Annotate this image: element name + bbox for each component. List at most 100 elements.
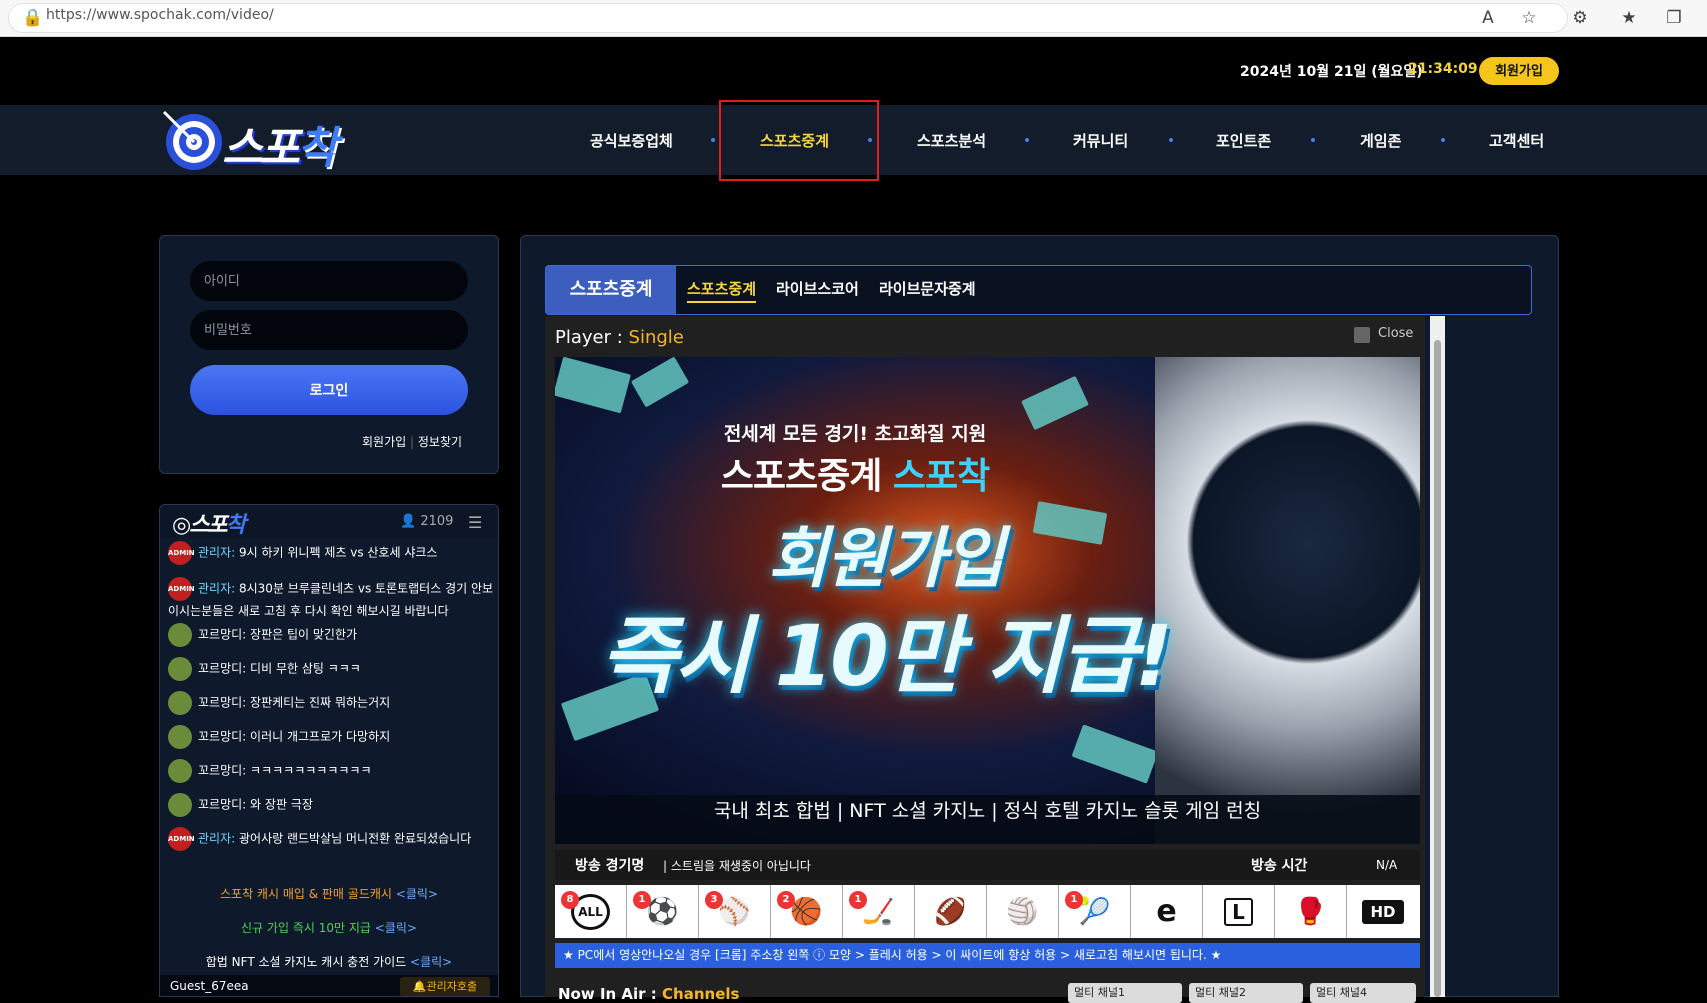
now-on-air-text: Now In Air : [558,985,657,1003]
chat-nick[interactable]: 관리자: [198,832,235,846]
signup-link[interactable]: 회원가입 [362,435,406,449]
user-avatar-icon [168,691,192,715]
live-count-badge: 1 [1065,891,1083,909]
chat-nick[interactable]: 꼬르망디: [198,696,246,710]
multi-channel-1-button[interactable]: 멀티 채널1 [1068,983,1182,1003]
chat-info-nft[interactable]: 합법 NFT 소셜 카지노 캐시 충전 가이드 <클릭> [160,953,498,970]
read-aloud-icon[interactable]: A [1477,7,1499,29]
nav-highlight-box [719,100,879,181]
logo-part-a: 스포 [222,123,300,174]
chat-message: 꼬르망디: 디비 무한 삼팅 ㅋㅋㅋ [168,657,498,681]
user-count: 👤 2109 [400,514,453,529]
guest-name: Guest_67eea [170,979,249,993]
admin-avatar-icon: ADMIN [168,577,195,601]
chat-message: 꼬르망디: 장판케티는 진짜 뭐하는거지 [168,691,498,715]
chat-nick[interactable]: 꼬르망디: [198,764,246,778]
player-mode[interactable]: Single [629,327,684,348]
chat-text: 장판은 팁이 맞긴한가 [250,627,358,642]
scrollbar-thumb[interactable] [1434,340,1441,997]
soccer-icon: ⚽ [646,896,679,927]
chat-info-nft-link[interactable]: <클릭> [410,955,452,969]
sport-filter-esports[interactable]: e [1131,885,1203,938]
broadcast-time-value: N/A [1376,858,1398,872]
chat-panel: ◎스포착 👤 2109 ☰ ADMIN 관리자: 9시 하키 위니펙 제츠 vs … [159,504,499,997]
lol-icon: L [1224,897,1253,926]
multi-channel-4-button[interactable]: 멀티 채널4 [1310,983,1416,1003]
nav-sports-analysis[interactable]: 스포츠분석 [917,130,986,151]
hd-icon: HD [1362,899,1404,924]
close-checkbox-icon[interactable] [1354,327,1370,343]
user-icon: 👤 [400,514,417,529]
nav-point-zone[interactable]: 포인트존 [1216,130,1271,151]
user-avatar-icon [168,759,192,783]
collections-icon[interactable]: ❐ [1663,7,1685,29]
nav-official[interactable]: 공식보증업체 [590,130,673,151]
tab-live-text[interactable]: 라이브문자중계 [879,278,976,299]
chat-text: 광어사랑 랜드박살님 머니전환 완료되셨습니다 [239,831,472,846]
live-count-badge: 2 [777,891,795,909]
chat-info-cash-text: 스포착 캐시 매입 & 판매 골드캐시 [220,887,392,901]
banner-line2b: 스포착 [892,456,990,497]
multi-channel-2-button[interactable]: 멀티 채널2 [1189,983,1303,1003]
promo-banner[interactable]: 전세계 모든 경기! 초고화질 지원 스포츠중계 스포착 회원가입 즉시 10만… [555,357,1420,844]
chat-nick[interactable]: 관리자: [198,582,235,596]
chat-header: ◎스포착 👤 2109 ☰ [160,505,498,538]
signup-button[interactable]: 회원가입 [1479,57,1559,85]
sport-filter-soccer[interactable]: ⚽ 1 [627,885,699,938]
banner-line2a: 스포츠중계 [720,456,883,497]
admin-avatar-icon: ADMIN [168,827,195,851]
site-logo[interactable]: 스포착 [222,112,337,176]
chat-nick[interactable]: 꼬르망디: [198,798,246,812]
sport-filter-ufc[interactable]: 🥊 [1275,885,1347,938]
live-count-badge: 1 [849,891,867,909]
close-label[interactable]: Close [1378,326,1413,341]
broadcast-time-label: 방송 시간 [1251,858,1308,874]
login-links: 회원가입 | 정보찾기 [362,433,462,450]
favorites-icon[interactable]: ★ [1618,7,1640,29]
sport-filter-baseball[interactable]: ⚾ 3 [699,885,771,938]
admin-call-button[interactable]: 🔔관리자호출 [400,977,490,996]
chat-nick[interactable]: 꼬르망디: [198,730,246,744]
extensions-icon[interactable]: ⚙ [1569,7,1591,29]
banner-line2: 스포츠중계 스포착 [555,447,1155,499]
chat-message: 꼬르망디: 장판은 팁이 맞긴한가 [168,623,498,647]
sport-filter-basketball[interactable]: 🏀 2 [771,885,843,938]
username-input[interactable] [190,261,468,301]
chat-info-signup[interactable]: 신규 가입 즉시 10만 지급 <클릭> [160,919,498,936]
volleyball-icon: 🏐 [1006,896,1039,927]
chat-nick[interactable]: 꼬르망디: [198,628,246,642]
chat-info-cash[interactable]: 스포착 캐시 매입 & 판매 골드캐시 <클릭> [160,885,498,902]
money-bill-image [1071,724,1159,784]
login-button[interactable]: 로그인 [190,365,468,415]
hamburger-menu-icon[interactable]: ☰ [468,513,482,532]
chat-info-nft-text: 합법 NFT 소셜 카지노 캐시 충전 가이드 [205,955,407,969]
sport-filter-football[interactable]: 🏈 [915,885,987,938]
chat-info-signup-link[interactable]: <클릭> [375,921,417,935]
chat-message: 꼬르망디: 이러니 개그프로가 다망하지 [168,725,498,749]
sport-filter-lol[interactable]: L [1203,885,1275,938]
url-text[interactable]: https://www.spochak.com/video/ [46,7,274,23]
broadcast-title-label: 방송 경기명 [575,858,645,874]
find-info-link[interactable]: 정보찾기 [418,435,462,449]
nav-community[interactable]: 커뮤니티 [1073,130,1128,151]
tab-live-score[interactable]: 라이브스코어 [776,278,859,299]
chat-message: ADMIN 관리자: 8시30분 브루클린네츠 vs 토론토랩터스 경기 안보이시… [168,577,498,621]
chat-logo-b: 착 [225,513,246,538]
favorite-star-icon[interactable]: ☆ [1518,7,1540,29]
basketball-icon: 🏀 [790,896,823,927]
sport-filter-all[interactable]: ALL 8 [555,885,627,938]
nav-customer-center[interactable]: 고객센터 [1489,130,1544,151]
nav-game-zone[interactable]: 게임존 [1360,130,1401,151]
sport-filter-tennis[interactable]: 🎾 1 [1059,885,1131,938]
banner-line4: 즉시 10만 지급! [599,607,1173,705]
password-input[interactable] [190,310,468,350]
chat-nick[interactable]: 꼬르망디: [198,662,246,676]
sport-filter-hd[interactable]: HD [1347,885,1419,938]
chat-text: 디비 무한 삼팅 ㅋㅋㅋ [250,661,361,676]
chat-nick[interactable]: 관리자: [198,546,235,560]
tab-sports-broadcast[interactable]: 스포츠중계 [687,278,757,303]
sport-filter-volleyball[interactable]: 🏐 [987,885,1059,938]
sport-filter-hockey[interactable]: 🏒 1 [843,885,915,938]
chat-info-cash-link[interactable]: <클릭> [396,887,438,901]
chat-logo-a: 스포 [189,513,228,538]
